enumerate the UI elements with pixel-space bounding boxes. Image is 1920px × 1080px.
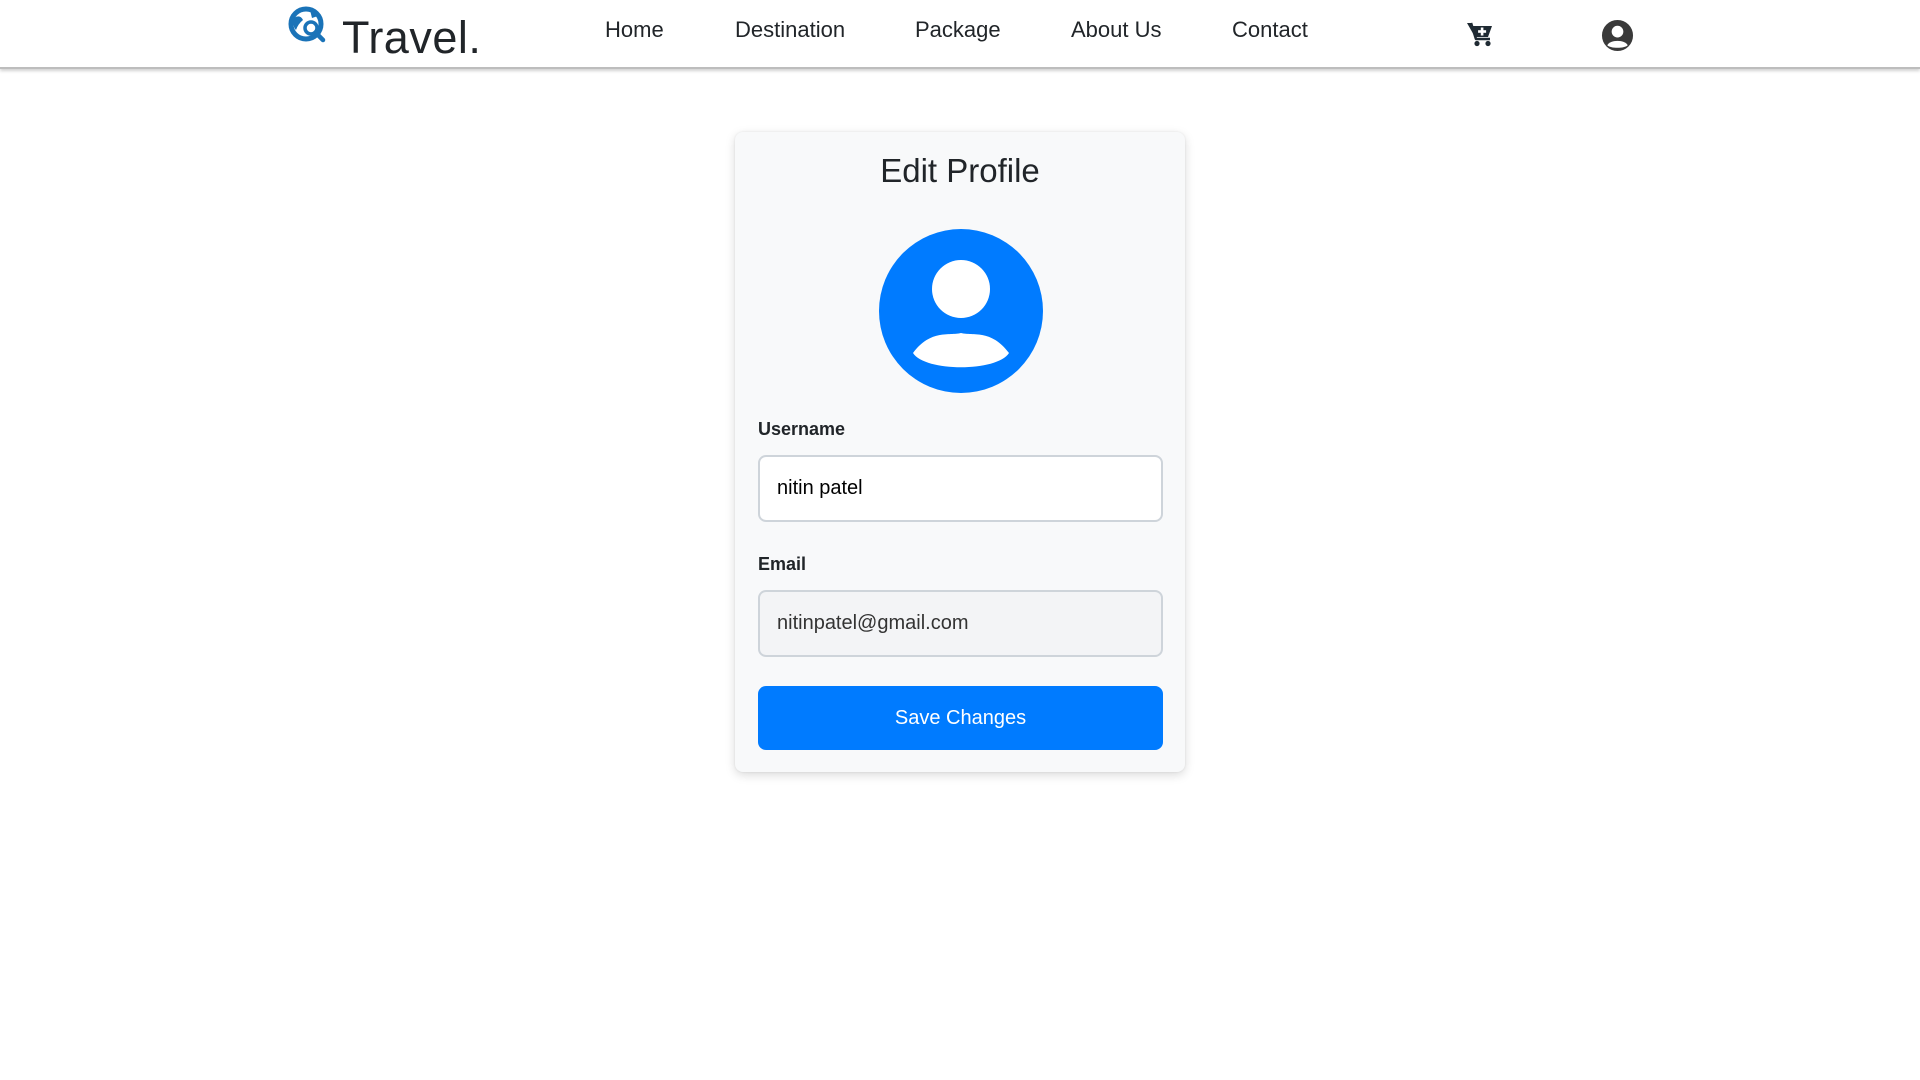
- nav-package[interactable]: Package: [915, 17, 1001, 43]
- user-circle-icon[interactable]: [1601, 19, 1634, 52]
- nav-home[interactable]: Home: [605, 17, 664, 43]
- cart-plus-icon[interactable]: [1466, 21, 1494, 47]
- username-input[interactable]: [758, 455, 1163, 522]
- brand-logo-link[interactable]: Travel.: [288, 5, 482, 63]
- user-avatar-icon[interactable]: [879, 229, 1043, 393]
- username-label: Username: [758, 419, 846, 439]
- top-navbar: Travel. Home Destination Package About U…: [0, 0, 1920, 69]
- email-label: Email: [758, 554, 807, 574]
- page-title: Edit Profile: [880, 152, 1040, 189]
- nav-destination[interactable]: Destination: [735, 17, 845, 43]
- globe-search-icon: [288, 6, 326, 43]
- save-changes-button[interactable]: Save Changes: [758, 686, 1163, 750]
- nav-about-us[interactable]: About Us: [1071, 17, 1162, 43]
- edit-profile-card: Edit Profile Username Email Save Changes: [735, 132, 1185, 772]
- email-input[interactable]: [758, 590, 1163, 657]
- nav-contact[interactable]: Contact: [1232, 17, 1308, 43]
- brand-name: Travel.: [342, 11, 482, 63]
